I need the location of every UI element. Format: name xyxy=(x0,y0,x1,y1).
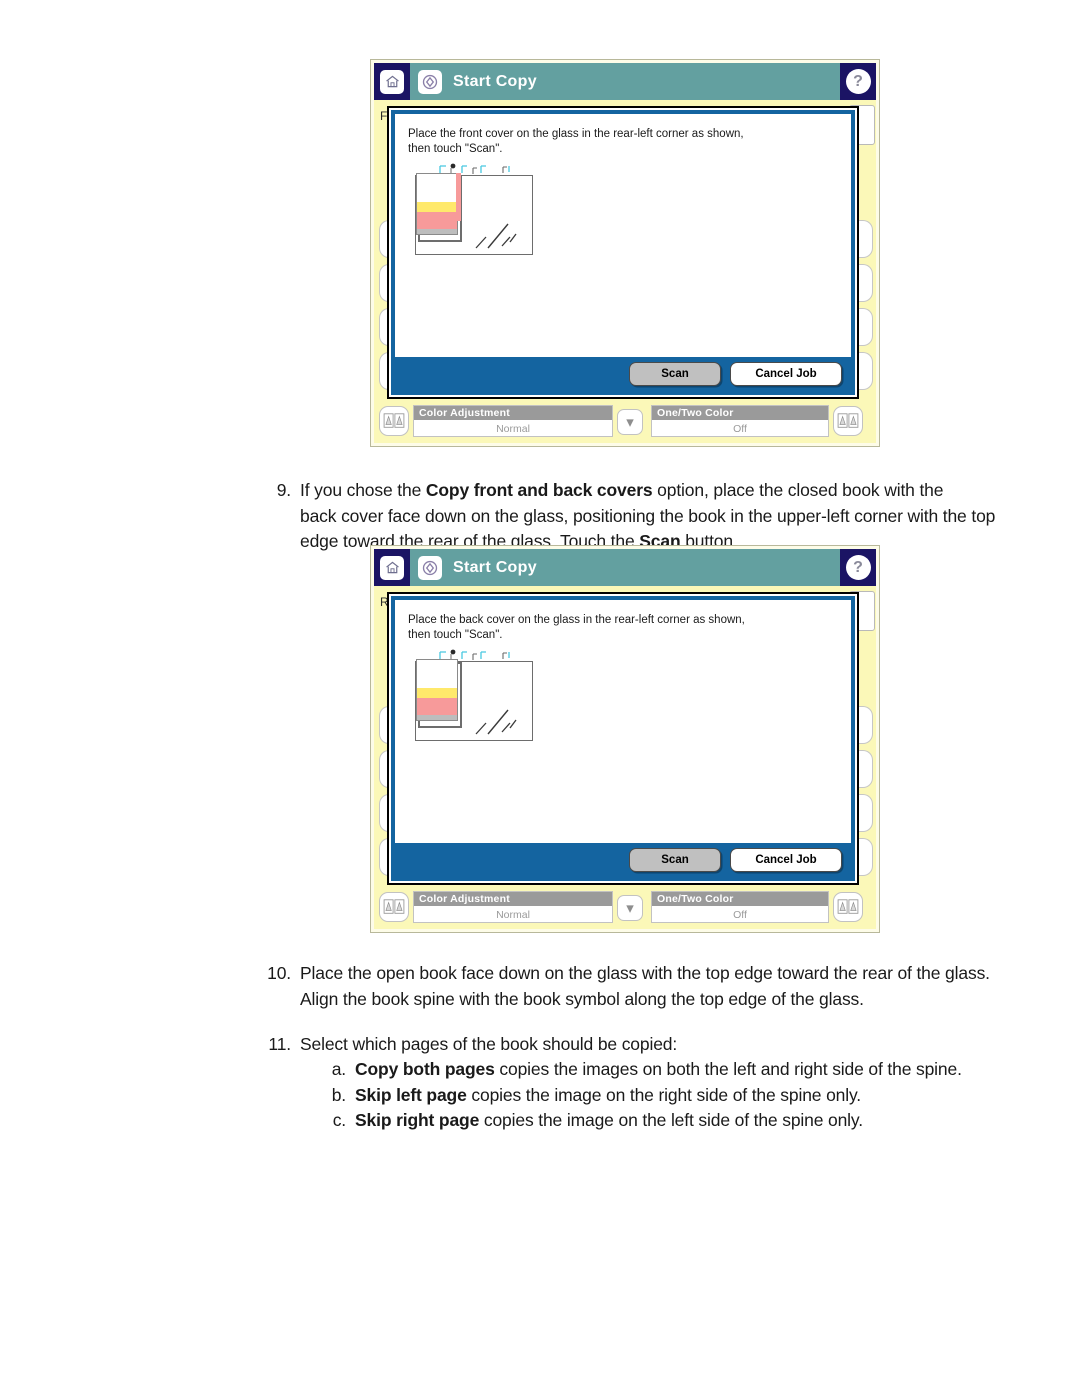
option-color-adjustment[interactable]: Color Adjustment Normal xyxy=(413,891,613,923)
help-button[interactable]: ? xyxy=(840,63,876,100)
step-11-number: 11. xyxy=(268,1034,291,1054)
dialog-frame: Place the back cover on the glass in the… xyxy=(391,596,855,881)
help-icon: ? xyxy=(845,555,871,580)
page-title: Start Copy xyxy=(453,72,537,90)
step-9-block: 9. If you chose the Copy front and back … xyxy=(263,478,1023,555)
chevron-down-icon[interactable]: ▾ xyxy=(617,409,643,435)
step-10-line-1: Place the open book face down on the gla… xyxy=(300,963,990,983)
home-icon xyxy=(380,555,404,580)
option-one-two-color[interactable]: One/Two Color Off xyxy=(651,891,829,923)
scan-button[interactable]: Scan xyxy=(629,362,721,386)
dialog-footer: Scan Cancel Job xyxy=(395,843,851,877)
option-color-adjustment-title: Color Adjustment xyxy=(414,406,612,420)
option-one-two-color-value: Off xyxy=(733,423,747,435)
step-9-line-1: If you chose the Copy front and back cov… xyxy=(300,480,944,500)
help-button[interactable]: ? xyxy=(840,549,876,586)
home-button[interactable] xyxy=(374,549,410,586)
sub-item-a: a. Copy both pages copies the images on … xyxy=(320,1057,1030,1083)
cancel-job-button[interactable]: Cancel Job xyxy=(730,848,842,872)
option-color-adjustment[interactable]: Color Adjustment Normal xyxy=(413,405,613,437)
book-cover xyxy=(416,173,458,235)
page-title: Start Copy xyxy=(453,558,537,576)
option-one-two-color-title: One/Two Color xyxy=(652,406,828,420)
step-9-number: 9. xyxy=(276,480,291,500)
sub-item-a-letter: a. xyxy=(331,1059,346,1079)
option-one-two-color-title: One/Two Color xyxy=(652,892,828,906)
step-10-row: 10. Place the open book face down on the… xyxy=(263,961,1023,1012)
step-9-text: If you chose the Copy front and back cov… xyxy=(300,478,1023,555)
start-copy-dialog: Place the front cover on the glass in th… xyxy=(387,106,859,399)
document-page: { "document": { "steps": [ { "number": "… xyxy=(0,0,1080,1397)
dialog-frame: Place the front cover on the glass in th… xyxy=(391,110,855,395)
one-two-color-icon[interactable] xyxy=(833,892,863,922)
color-adjustment-icon[interactable] xyxy=(379,892,409,922)
dialog-message: Place the back cover on the glass in the… xyxy=(408,614,745,641)
sub-item-c-letter: c. xyxy=(332,1110,346,1130)
control-panel-screenshot-front-cover: Start Copy ? F Color Adjustment Normal ▾… xyxy=(370,59,880,447)
step-10-number: 10. xyxy=(267,963,291,983)
dialog-footer: Scan Cancel Job xyxy=(395,357,851,391)
help-icon: ? xyxy=(845,69,871,94)
sub-item-c-text: Skip right page copies the image on the … xyxy=(355,1110,863,1130)
scanner-glass-back-cover-illustration xyxy=(415,648,540,748)
panel-header: Start Copy ? xyxy=(374,549,876,586)
option-color-adjustment-value: Normal xyxy=(496,423,530,435)
option-color-adjustment-title: Color Adjustment xyxy=(414,892,612,906)
options-strip: Color Adjustment Normal ▾ One/Two Color … xyxy=(371,403,879,448)
control-panel-screenshot-back-cover: Start Copy ? R Color Adjustment Normal ▾… xyxy=(370,545,880,933)
step-11-text: Select which pages of the book should be… xyxy=(300,1034,678,1054)
options-strip: Color Adjustment Normal ▾ One/Two Color … xyxy=(371,889,879,934)
book-cover xyxy=(416,659,458,721)
scanner-glass-front-cover-illustration xyxy=(415,162,540,262)
sub-item-c: c. Skip right page copies the image on t… xyxy=(320,1108,1030,1134)
sub-item-b-letter: b. xyxy=(331,1084,346,1105)
step-11-row: 11. Select which pages of the book shoul… xyxy=(263,1032,1023,1058)
start-copy-icon xyxy=(418,555,442,580)
dialog-body: Place the back cover on the glass in the… xyxy=(395,600,851,843)
color-adjustment-icon[interactable] xyxy=(379,406,409,436)
sub-item-a-text: Copy both pages copies the images on bot… xyxy=(355,1059,962,1079)
start-copy-dialog: Place the back cover on the glass in the… xyxy=(387,592,859,885)
option-one-two-color-value: Off xyxy=(733,909,747,921)
option-color-adjustment-value: Normal xyxy=(496,909,530,921)
cancel-job-button[interactable]: Cancel Job xyxy=(730,362,842,386)
dialog-message: Place the front cover on the glass in th… xyxy=(408,128,744,155)
dialog-body: Place the front cover on the glass in th… xyxy=(395,114,851,357)
sub-item-b: b. Skip left page copies the image on th… xyxy=(320,1083,1030,1109)
step-11-block: 11. Select which pages of the book shoul… xyxy=(263,1032,1023,1058)
panel-title-area: Start Copy xyxy=(410,63,840,100)
chevron-down-icon[interactable]: ▾ xyxy=(617,895,643,921)
start-copy-icon xyxy=(418,69,442,94)
step-10-text: Place the open book face down on the gla… xyxy=(300,961,1023,1012)
step-9-line-2: back cover face down on the glass, posit… xyxy=(300,505,996,526)
sub-item-b-text: Skip left page copies the image on the r… xyxy=(355,1084,862,1105)
one-two-color-icon[interactable] xyxy=(833,406,863,436)
panel-header: Start Copy ? xyxy=(374,63,876,100)
book-spine xyxy=(456,173,461,221)
option-one-two-color[interactable]: One/Two Color Off xyxy=(651,405,829,437)
step-11-sub-items: a. Copy both pages copies the images on … xyxy=(320,1057,1030,1134)
step-10-block: 10. Place the open book face down on the… xyxy=(263,961,1023,1012)
step-10-line-2: Align the book spine with the book symbo… xyxy=(300,988,864,1009)
home-button[interactable] xyxy=(374,63,410,100)
step-9-row: 9. If you chose the Copy front and back … xyxy=(263,478,1023,555)
panel-title-area: Start Copy xyxy=(410,549,840,586)
scan-button[interactable]: Scan xyxy=(629,848,721,872)
home-icon xyxy=(380,69,404,94)
